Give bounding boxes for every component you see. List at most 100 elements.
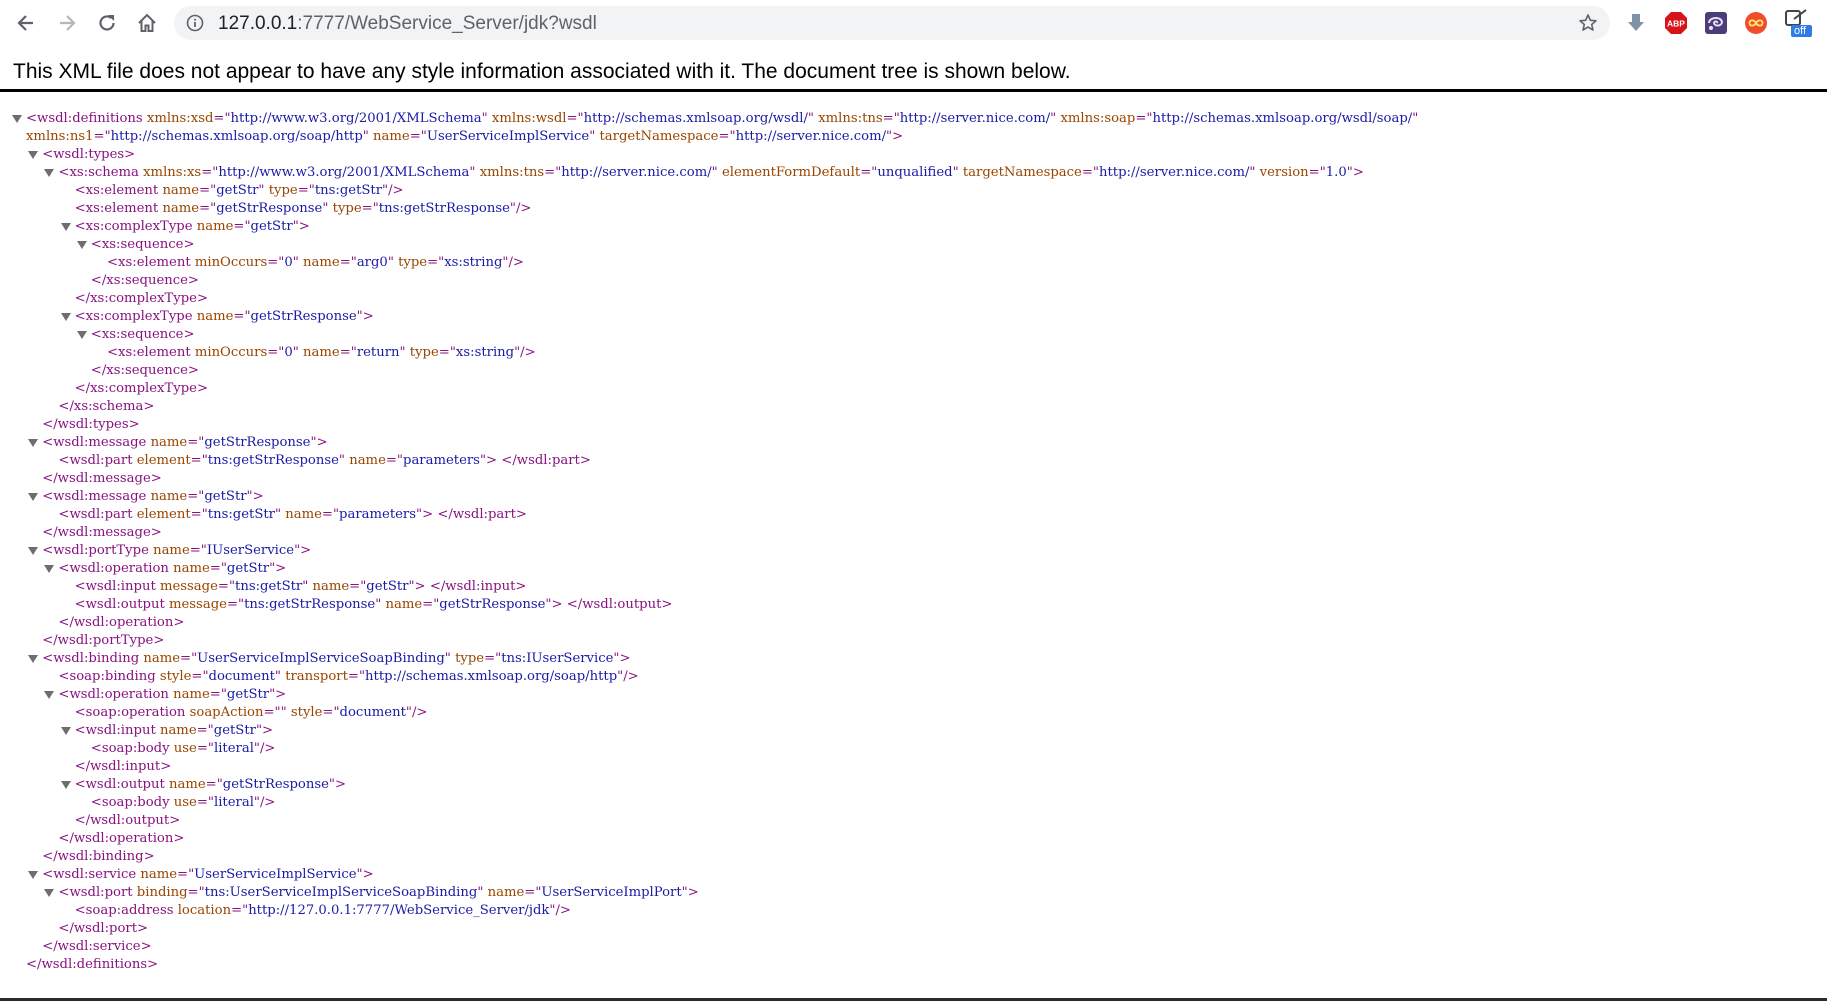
xml-line: </wsdl:message> xyxy=(42,524,162,542)
xml-line: <xs:element name="getStrResponse" type="… xyxy=(75,200,532,218)
url-path: :7777/WebService_Server/jdk?wsdl xyxy=(297,13,597,34)
collapse-toggle-icon[interactable] xyxy=(28,655,39,663)
xml-attr-name: binding xyxy=(136,885,188,900)
extension-spiral-icon[interactable] xyxy=(1704,11,1728,35)
xml-tag-text: <wsdl:types> xyxy=(42,147,136,162)
xml-attr-name: name xyxy=(140,867,178,882)
xml-tag-text: </xs:sequence> xyxy=(90,363,199,378)
collapse-toggle-icon[interactable] xyxy=(44,691,55,699)
xml-tag-text: =" xyxy=(339,255,357,270)
xml-line: </wsdl:types> xyxy=(42,416,139,434)
xml-tag-text: =" xyxy=(209,561,227,576)
xml-line: </xs:schema> xyxy=(58,398,154,416)
collapse-toggle-icon[interactable] xyxy=(60,781,71,789)
collapse-toggle-icon[interactable] xyxy=(44,889,55,897)
xml-tag-text: <xs:element xyxy=(74,201,159,216)
xml-tag-text: "> xyxy=(294,543,312,558)
collapse-toggle-icon[interactable] xyxy=(28,439,39,447)
collapse-toggle-icon[interactable] xyxy=(28,547,39,555)
extension-off-label: off xyxy=(1794,25,1807,37)
home-button[interactable] xyxy=(133,9,161,37)
xml-tag-text: <xs:sequence> xyxy=(90,237,195,252)
xml-tag-text: =" xyxy=(93,129,111,144)
xml-attr-value: getStr xyxy=(204,489,247,504)
collapse-toggle-icon[interactable] xyxy=(28,871,39,879)
xml-attr-name: name xyxy=(285,507,322,522)
xml-tag-text: =" xyxy=(267,255,285,270)
xml-line: <wsdl:part element="tns:getStr" name="pa… xyxy=(58,506,527,524)
xml-attr-value: UserServiceImplPort xyxy=(541,885,682,900)
collapse-toggle-icon[interactable] xyxy=(60,223,71,231)
xml-attr-name: type xyxy=(409,345,439,360)
xml-tag-text: "/> xyxy=(514,345,536,360)
extension-infinity-icon[interactable] xyxy=(1744,11,1768,35)
xml-tag-text: =" xyxy=(209,687,227,702)
xml-tag-text: <wsdl:part xyxy=(58,453,133,468)
address-url[interactable]: 127.0.0.1:7777/WebService_Server/jdk?wsd… xyxy=(218,13,597,35)
xml-tag-text: <soap:address xyxy=(74,903,174,918)
xml-attr-name: xmlns:xs xyxy=(143,165,202,180)
xml-attr-value: tns:getStr xyxy=(235,579,303,594)
xml-tag-text: "> xyxy=(356,309,374,324)
collapse-toggle-icon[interactable] xyxy=(44,169,55,177)
address-bar[interactable]: 127.0.0.1:7777/WebService_Server/jdk?wsd… xyxy=(174,6,1610,40)
xml-tag-text: </wsdl:output> xyxy=(566,597,673,612)
adblock-plus-icon[interactable]: ABP xyxy=(1664,11,1688,35)
collapse-toggle-icon[interactable] xyxy=(28,493,39,501)
collapse-toggle-icon[interactable] xyxy=(76,241,87,249)
collapse-toggle-icon[interactable] xyxy=(60,727,71,735)
xml-attr-value: unqualified xyxy=(877,165,953,180)
xml-tag-text: =" xyxy=(180,651,198,666)
xml-tag-text: =" xyxy=(196,741,214,756)
xml-attr-value: document xyxy=(208,669,275,684)
xml-tag-text: =" xyxy=(196,723,214,738)
xml-attr-value: getStr xyxy=(250,219,293,234)
collapse-toggle-icon[interactable] xyxy=(28,151,39,159)
xml-tag-text: <wsdl:operation xyxy=(58,561,169,576)
forward-button[interactable] xyxy=(53,9,81,37)
info-icon[interactable] xyxy=(186,14,204,32)
collapse-toggle-icon[interactable] xyxy=(60,313,71,321)
xml-tag-text: </xs:complexType> xyxy=(74,381,209,396)
collapse-toggle-icon[interactable] xyxy=(44,565,55,573)
xml-attr-name: transport xyxy=(285,669,348,684)
xml-line: <wsdl:port binding="tns:UserServiceImplS… xyxy=(58,884,698,902)
xml-tag-text: =" xyxy=(427,255,445,270)
extension-off-button[interactable]: off xyxy=(1784,8,1812,38)
xml-tag-text: </xs:schema> xyxy=(58,399,155,414)
xml-attr-name: element xyxy=(136,507,191,522)
bookmark-star-icon[interactable] xyxy=(1578,13,1598,33)
xml-tag-text: =" xyxy=(267,345,285,360)
xml-tag-text: =" xyxy=(321,507,340,522)
xml-tag-text: "/> xyxy=(253,741,276,756)
collapse-toggle-icon[interactable] xyxy=(12,115,22,123)
xml-tag-text: =" xyxy=(1135,111,1153,126)
xml-attr-name: name xyxy=(303,255,340,270)
xml-tag-text: "> xyxy=(310,435,328,450)
xml-line: <wsdl:message name="getStrResponse"> xyxy=(42,434,327,452)
xml-tag-text: =" xyxy=(213,111,231,126)
xml-attr-value: literal xyxy=(213,795,254,810)
xml-attr-value: getStr xyxy=(226,561,270,576)
xml-line: </xs:sequence> xyxy=(91,272,199,290)
xml-line: <wsdl:output message="tns:getStrResponse… xyxy=(75,596,673,614)
url-host: 127.0.0.1 xyxy=(218,13,298,34)
xml-tag-text: "> xyxy=(479,453,498,468)
xml-attr-value: http://schemas.xmlsoap.org/wsdl/soap/ xyxy=(1152,111,1413,126)
xml-attr-name: style xyxy=(290,705,323,720)
xml-line: <xs:schema xmlns:xs="http://www.w3.org/2… xyxy=(58,164,1364,182)
xml-tag-text: =" xyxy=(191,669,209,684)
back-button[interactable] xyxy=(12,9,40,37)
xml-attr-value: http://schemas.xmlsoap.org/soap/http xyxy=(110,129,363,144)
xml-tag-text: =" xyxy=(422,597,440,612)
xml-line: </wsdl:portType> xyxy=(42,632,164,650)
xml-tag-text: "/> xyxy=(253,795,276,810)
collapse-toggle-icon[interactable] xyxy=(76,331,87,339)
xml-tag-text: " xyxy=(1412,111,1419,126)
reload-button[interactable] xyxy=(93,9,121,37)
download-arrow-icon[interactable] xyxy=(1624,11,1648,35)
xml-attr-name: message xyxy=(159,579,218,594)
xml-attr-value: http://schemas.xmlsoap.org/wsdl/ xyxy=(583,111,808,126)
xml-tag-text: <wsdl:input xyxy=(74,579,156,594)
xml-attr-name: soapAction xyxy=(189,705,264,720)
